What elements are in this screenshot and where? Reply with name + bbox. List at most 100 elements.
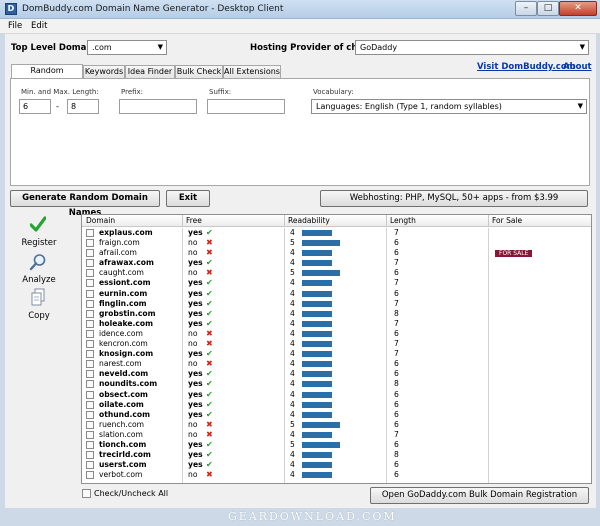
table-row[interactable]: verbot.com no ✖ 4 6 [82, 470, 591, 480]
table-row[interactable]: afrawax.com yes ✔ 4 7 [82, 258, 591, 268]
free-cell: yes [188, 409, 203, 419]
row-checkbox[interactable] [86, 380, 94, 389]
tab-random-syllables[interactable]: Random Syllables [11, 64, 83, 87]
table-row[interactable]: ruench.com no ✖ 5 6 [82, 420, 591, 430]
minimize-button[interactable]: – [515, 1, 537, 16]
row-checkbox[interactable] [86, 249, 94, 258]
table-row[interactable]: slation.com no ✖ 4 7 [82, 430, 591, 440]
prefix-input[interactable] [119, 99, 197, 114]
row-checkbox[interactable] [86, 309, 94, 318]
check-all-checkbox[interactable] [82, 489, 91, 498]
table-row[interactable]: kencron.com no ✖ 4 7 [82, 339, 591, 349]
tab-all-extensions[interactable]: All Extensions [223, 65, 281, 78]
row-checkbox[interactable] [86, 259, 94, 268]
header-readability[interactable]: Readability [288, 216, 330, 225]
tab-idea-finder[interactable]: Idea Finder [125, 65, 175, 78]
register-action[interactable] [18, 216, 58, 234]
table-row[interactable]: afrail.com no ✖ 4 6 FOR SALE [82, 248, 591, 258]
table-row[interactable]: finglin.com yes ✔ 4 7 [82, 299, 591, 309]
tab-bulk-check[interactable]: Bulk Check [175, 65, 223, 78]
free-cell: yes [188, 228, 203, 237]
table-row[interactable]: obsect.com yes ✔ 4 6 [82, 390, 591, 400]
open-bulk-registration-button[interactable]: Open GoDaddy.com Bulk Domain Registratio… [370, 487, 589, 504]
table-row[interactable]: neveld.com yes ✔ 4 6 [82, 369, 591, 379]
row-checkbox[interactable] [86, 279, 94, 288]
row-checkbox[interactable] [86, 461, 94, 470]
column-separator [284, 215, 285, 227]
cross-icon: ✖ [206, 359, 213, 369]
row-checkbox[interactable] [86, 229, 94, 237]
analyze-label[interactable]: Analyze [14, 275, 64, 285]
free-cell: no [188, 328, 198, 338]
table-row[interactable]: grobstin.com yes ✔ 4 8 [82, 308, 591, 319]
copy-action[interactable] [18, 288, 58, 308]
header-for-sale[interactable]: For Sale [492, 216, 522, 225]
table-row[interactable]: fraign.com no ✖ 5 6 [82, 238, 591, 248]
row-checkbox[interactable] [86, 370, 94, 379]
menu-edit[interactable]: Edit [31, 21, 47, 31]
table-row[interactable]: oilate.com yes ✔ 4 6 [82, 400, 591, 410]
vocabulary-select[interactable]: Languages: English (Type 1, random sylla… [311, 99, 587, 114]
readability-cell: 4 [290, 318, 295, 328]
row-checkbox[interactable] [86, 350, 94, 359]
generate-button[interactable]: Generate Random Domain Names [10, 190, 160, 218]
row-checkbox[interactable] [86, 239, 94, 248]
about-link[interactable]: About [563, 62, 592, 72]
row-checkbox[interactable] [86, 400, 94, 409]
table-row[interactable]: trecirld.com yes ✔ 4 8 [82, 450, 591, 460]
checkmark-icon: ✔ [206, 369, 213, 379]
maximize-button[interactable]: □ [537, 1, 559, 16]
table-row[interactable]: othund.com yes ✔ 4 6 [82, 409, 591, 420]
table-row[interactable]: holeake.com yes ✔ 4 7 [82, 318, 591, 329]
row-checkbox[interactable] [86, 410, 94, 419]
table-row[interactable]: tionch.com yes ✔ 5 6 [82, 440, 591, 450]
row-checkbox[interactable] [86, 390, 94, 399]
row-checkbox[interactable] [86, 269, 94, 278]
min-length-input[interactable]: 6 [19, 99, 51, 114]
visit-dombuddy-link[interactable]: Visit DomBuddy.com [477, 62, 576, 72]
register-label[interactable]: Register [14, 238, 64, 248]
table-row[interactable]: narest.com no ✖ 4 6 [82, 359, 591, 369]
row-checkbox[interactable] [86, 451, 94, 460]
table-row[interactable]: userst.com yes ✔ 4 6 [82, 460, 591, 470]
host-select[interactable]: GoDaddy ▼ [355, 40, 589, 55]
header-domain[interactable]: Domain [86, 216, 115, 225]
row-checkbox[interactable] [86, 329, 94, 338]
header-free[interactable]: Free [186, 216, 202, 225]
row-checkbox[interactable] [86, 319, 94, 328]
table-row[interactable]: caught.com no ✖ 5 6 [82, 268, 591, 278]
row-checkbox[interactable] [86, 289, 94, 298]
length-cell: 8 [394, 308, 399, 318]
tld-select[interactable]: .com ▼ [87, 40, 167, 55]
table-row[interactable]: eurnin.com yes ✔ 4 6 [82, 289, 591, 299]
row-checkbox[interactable] [86, 340, 94, 349]
exit-button[interactable]: Exit [166, 190, 210, 207]
row-checkbox[interactable] [86, 299, 94, 308]
table-row[interactable]: noundits.com yes ✔ 4 8 [82, 379, 591, 389]
analyze-action[interactable] [18, 253, 58, 273]
close-button[interactable]: ✕ [559, 1, 597, 16]
row-checkbox[interactable] [86, 430, 94, 439]
row-checkbox[interactable] [86, 471, 94, 480]
length-cell: 7 [394, 318, 399, 328]
for-sale-badge[interactable]: FOR SALE [495, 250, 533, 258]
max-length-input[interactable]: 8 [67, 99, 99, 114]
header-length[interactable]: Length [390, 216, 416, 225]
cross-icon: ✖ [206, 339, 213, 349]
table-row[interactable]: idence.com no ✖ 4 6 [82, 328, 591, 339]
row-checkbox[interactable] [86, 360, 94, 369]
readability-cell: 4 [290, 470, 295, 480]
row-checkbox[interactable] [86, 440, 94, 449]
checkmark-icon: ✔ [206, 318, 213, 328]
menu-file[interactable]: File [8, 21, 22, 31]
domain-cell: knosign.com [99, 349, 154, 359]
tab-keywords[interactable]: Keywords [83, 65, 125, 78]
row-checkbox[interactable] [86, 420, 94, 429]
table-row[interactable]: explaus.com yes ✔ 4 7 [82, 228, 591, 238]
copy-label[interactable]: Copy [14, 311, 64, 321]
table-row[interactable]: knosign.com yes ✔ 4 7 [82, 349, 591, 359]
table-row[interactable]: essiont.com yes ✔ 4 7 [82, 278, 591, 288]
check-all-label[interactable]: Check/Uncheck All [94, 489, 168, 498]
suffix-input[interactable] [207, 99, 285, 114]
webhosting-button[interactable]: Webhosting: PHP, MySQL, 50+ apps - from … [320, 190, 588, 207]
